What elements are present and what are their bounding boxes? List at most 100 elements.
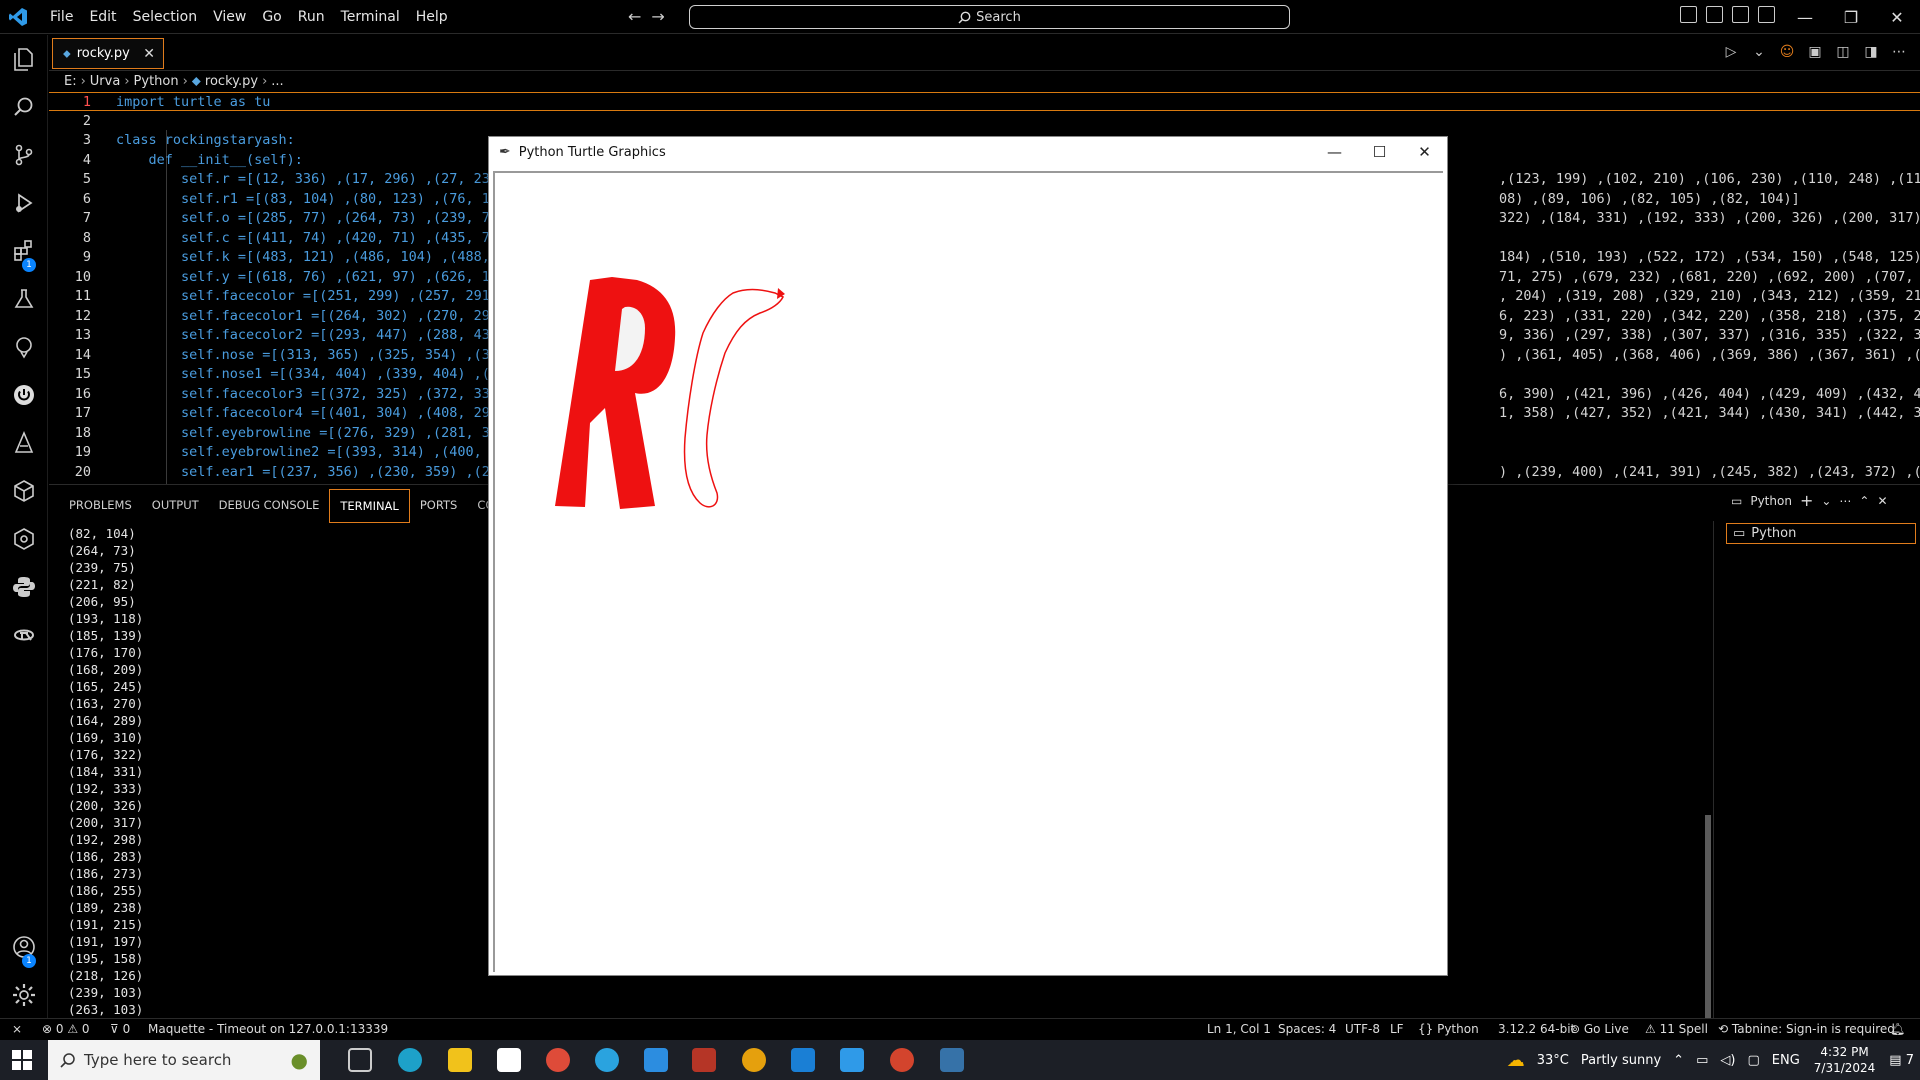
- menu-view[interactable]: View: [205, 0, 254, 34]
- preview-icon[interactable]: ▣: [1806, 43, 1824, 61]
- spell-check[interactable]: ⚠ 11 Spell: [1645, 1022, 1708, 1036]
- remote-explorer-icon[interactable]: [10, 333, 38, 361]
- new-terminal-icon[interactable]: +: [1800, 491, 1813, 510]
- python-taskbar-icon[interactable]: [940, 1048, 964, 1072]
- source-control-icon[interactable]: [10, 141, 38, 169]
- more-actions-icon[interactable]: ⋯: [1890, 43, 1908, 61]
- cube-icon[interactable]: [10, 477, 38, 505]
- more-actions-icon[interactable]: ⋯: [1839, 494, 1851, 508]
- problems-indicator[interactable]: ⊗ 0 ⚠ 0: [42, 1022, 90, 1036]
- back-arrow-icon[interactable]: ←: [628, 7, 641, 26]
- chrome-icon[interactable]: [546, 1048, 570, 1072]
- terminal-scrollbar[interactable]: [1705, 815, 1711, 1020]
- minimize-icon[interactable]: —: [1782, 0, 1828, 34]
- manage-gear-icon[interactable]: [10, 981, 38, 1009]
- breadcrumb-folder-urva[interactable]: Urva: [90, 74, 121, 89]
- notifications-bell-icon[interactable]: 🔔︎: [1890, 1022, 1905, 1036]
- close-panel-icon[interactable]: ✕: [1877, 494, 1887, 508]
- weather-icon[interactable]: ☁: [1507, 1050, 1525, 1071]
- code-line[interactable]: 1 import turtle as tu: [49, 92, 1920, 111]
- power-icon[interactable]: [10, 381, 38, 409]
- menu-terminal[interactable]: Terminal: [333, 0, 408, 34]
- settings-sync-icon[interactable]: [10, 525, 38, 553]
- end-of-line[interactable]: LF: [1390, 1022, 1404, 1036]
- toggle-secondary-sidebar-icon[interactable]: [1732, 6, 1749, 23]
- menu-help[interactable]: Help: [408, 0, 456, 34]
- toggle-panel-icon[interactable]: [1706, 6, 1723, 23]
- tabnine-status[interactable]: ⟲ Tabnine: Sign-in is required: [1718, 1022, 1895, 1036]
- go-live[interactable]: ⊚ Go Live: [1570, 1022, 1629, 1036]
- weather-temp[interactable]: 33°C: [1537, 1053, 1569, 1068]
- encoding[interactable]: UTF-8: [1345, 1022, 1380, 1036]
- tabnine-icon[interactable]: [10, 621, 38, 649]
- telegram-icon[interactable]: [595, 1048, 619, 1072]
- vscode-taskbar-icon[interactable]: [840, 1048, 864, 1072]
- clock[interactable]: 4:32 PM 7/31/2024: [1814, 1044, 1876, 1076]
- close-tab-icon[interactable]: ✕: [143, 46, 155, 62]
- python-icon[interactable]: [10, 573, 38, 601]
- turtle-canvas[interactable]: [493, 171, 1443, 972]
- split-editor-icon[interactable]: ◨: [1862, 43, 1880, 61]
- microsoft-store-icon[interactable]: [497, 1048, 521, 1072]
- tab-debug-console[interactable]: DEBUG CONSOLE: [209, 489, 330, 523]
- cursor-position[interactable]: Ln 1, Col 1: [1207, 1022, 1271, 1036]
- mail-icon[interactable]: [791, 1048, 815, 1072]
- weather-desc[interactable]: Partly sunny: [1581, 1053, 1661, 1068]
- interpreter-version[interactable]: 3.12.2 64-bit: [1498, 1022, 1575, 1036]
- remote-indicator-icon[interactable]: ⨯: [12, 1022, 22, 1036]
- code-line[interactable]: 2: [49, 112, 1920, 131]
- menu-run[interactable]: Run: [290, 0, 333, 34]
- maximize-panel-icon[interactable]: ⌃: [1859, 494, 1869, 508]
- forward-arrow-icon[interactable]: →: [651, 7, 664, 26]
- task-view-icon[interactable]: [348, 1048, 372, 1072]
- tab-output[interactable]: OUTPUT: [142, 489, 209, 523]
- ports-indicator[interactable]: ⊽ 0: [110, 1022, 130, 1036]
- menu-selection[interactable]: Selection: [125, 0, 206, 34]
- open-changes-icon[interactable]: ◫: [1834, 43, 1852, 61]
- app-icon[interactable]: [644, 1048, 668, 1072]
- winrar-icon[interactable]: [692, 1048, 716, 1072]
- run-dropdown-chevron-icon[interactable]: ⌄: [1750, 43, 1768, 61]
- taskbar-search-box[interactable]: Type here to search ●: [48, 1040, 320, 1080]
- turtle-graphics-window[interactable]: ✒ Python Turtle Graphics — ☐ ✕: [488, 136, 1448, 976]
- breadcrumb-file[interactable]: rocky.py: [205, 74, 258, 89]
- chevron-up-icon[interactable]: ⌃: [1673, 1053, 1684, 1068]
- restore-icon[interactable]: ❐: [1828, 0, 1874, 34]
- run-debug-icon[interactable]: [10, 189, 38, 217]
- indentation[interactable]: Spaces: 4: [1278, 1022, 1336, 1036]
- copilot-icon[interactable]: ☺: [1778, 43, 1796, 61]
- display-icon[interactable]: ▢: [1747, 1053, 1759, 1068]
- command-center-search[interactable]: Search: [689, 5, 1290, 29]
- maximize-icon[interactable]: ☐: [1357, 137, 1402, 167]
- explorer-icon[interactable]: [10, 45, 38, 73]
- chrome-profile-icon[interactable]: [742, 1048, 766, 1072]
- search-view-icon[interactable]: [10, 93, 38, 121]
- notification-center-icon[interactable]: ▤ 7: [1889, 1053, 1914, 1068]
- breadcrumb-drive[interactable]: E:: [64, 74, 77, 89]
- terminal-output[interactable]: (82, 104) (264, 73) (239, 75) (221, 82) (206…: [68, 525, 143, 1018]
- close-window-icon[interactable]: ✕: [1874, 0, 1920, 34]
- volume-icon[interactable]: ◁): [1720, 1053, 1735, 1068]
- menu-go[interactable]: Go: [254, 0, 289, 34]
- deploy-icon[interactable]: [10, 429, 38, 457]
- file-explorer-icon[interactable]: [448, 1048, 472, 1072]
- language-mode[interactable]: {} Python: [1418, 1022, 1479, 1036]
- minimize-icon[interactable]: —: [1312, 137, 1357, 167]
- terminal-list-item[interactable]: ▭ Python: [1726, 523, 1916, 544]
- tab-ports[interactable]: PORTS: [410, 489, 467, 523]
- breadcrumb-folder-python[interactable]: Python: [134, 74, 179, 89]
- windows-start-icon[interactable]: [12, 1050, 32, 1070]
- toggle-primary-sidebar-icon[interactable]: [1680, 6, 1697, 23]
- customize-layout-icon[interactable]: [1758, 6, 1775, 23]
- network-icon[interactable]: ▭: [1696, 1053, 1708, 1068]
- chevron-down-icon[interactable]: ⌄: [1821, 494, 1831, 508]
- close-window-icon[interactable]: ✕: [1402, 137, 1447, 167]
- edge-icon[interactable]: [398, 1048, 422, 1072]
- chrome-window-icon[interactable]: [890, 1048, 914, 1072]
- shell-label[interactable]: Python: [1750, 494, 1792, 508]
- breadcrumb-symbol[interactable]: ...: [271, 74, 283, 89]
- menu-file[interactable]: File: [42, 0, 81, 34]
- tab-problems[interactable]: PROBLEMS: [59, 489, 142, 523]
- menu-edit[interactable]: Edit: [81, 0, 124, 34]
- tab-rocky-py[interactable]: ⬥ rocky.py ✕: [52, 38, 164, 69]
